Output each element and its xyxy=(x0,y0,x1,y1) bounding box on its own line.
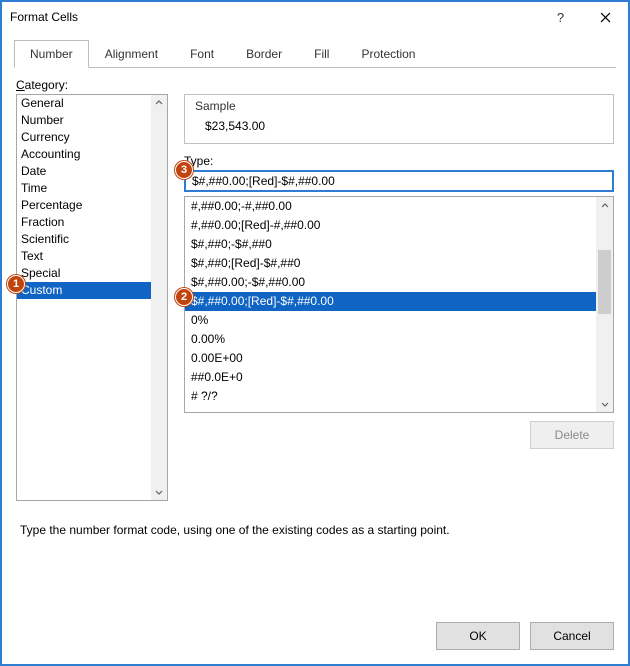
tab-border[interactable]: Border xyxy=(230,40,298,68)
list-item[interactable]: 0.00E+00 xyxy=(185,349,596,368)
list-item[interactable]: Fraction xyxy=(17,214,151,231)
close-icon xyxy=(600,12,611,23)
scrollbar[interactable] xyxy=(596,197,613,412)
tab-fill[interactable]: Fill xyxy=(298,40,345,68)
list-item[interactable]: Date xyxy=(17,163,151,180)
tab-protection[interactable]: Protection xyxy=(345,40,431,68)
window-title: Format Cells xyxy=(10,10,78,24)
cancel-button[interactable]: Cancel xyxy=(530,622,614,650)
tab-alignment[interactable]: Alignment xyxy=(89,40,174,68)
dialog-body: Category: General Number Currency Accoun… xyxy=(2,68,628,608)
list-item[interactable]: General xyxy=(17,95,151,112)
list-item[interactable]: Percentage xyxy=(17,197,151,214)
type-label: Type: xyxy=(184,154,614,168)
ok-button[interactable]: OK xyxy=(436,622,520,650)
scroll-track[interactable] xyxy=(596,214,613,395)
list-item[interactable]: $#,##0.00;-$#,##0.00 xyxy=(185,273,596,292)
list-item-selected[interactable]: $#,##0.00;[Red]-$#,##0.00 xyxy=(185,292,596,311)
type-input-value: $#,##0.00;[Red]-$#,##0.00 xyxy=(192,174,335,188)
chevron-up-icon[interactable] xyxy=(151,95,167,111)
list-item[interactable]: $#,##0;[Red]-$#,##0 xyxy=(185,254,596,273)
list-item[interactable]: Special xyxy=(17,265,151,282)
close-button[interactable] xyxy=(583,2,628,32)
list-item[interactable]: #,##0.00;[Red]-#,##0.00 xyxy=(185,216,596,235)
help-button[interactable]: ? xyxy=(538,2,583,32)
chevron-down-icon[interactable] xyxy=(151,484,167,500)
list-item-custom[interactable]: Custom xyxy=(17,282,151,299)
list-item[interactable]: Text xyxy=(17,248,151,265)
list-item[interactable]: #,##0.00;-#,##0.00 xyxy=(185,197,596,216)
description-text: Type the number format code, using one o… xyxy=(20,523,610,537)
list-item[interactable]: # ?/? xyxy=(185,387,596,406)
type-listbox[interactable]: #,##0.00;-#,##0.00 #,##0.00;[Red]-#,##0.… xyxy=(184,196,614,413)
tab-strip: Number Alignment Font Border Fill Protec… xyxy=(2,32,628,68)
titlebar: Format Cells ? xyxy=(2,2,628,32)
format-cells-dialog: Format Cells ? Number Alignment Font Bor… xyxy=(0,0,630,666)
scrollbar[interactable] xyxy=(151,95,167,500)
list-item[interactable]: Time xyxy=(17,180,151,197)
category-listbox[interactable]: General Number Currency Accounting Date … xyxy=(16,94,168,501)
sample-value: $23,543.00 xyxy=(195,119,603,133)
list-item[interactable]: 0.00% xyxy=(185,330,596,349)
list-item[interactable]: Accounting xyxy=(17,146,151,163)
annotation-badge-2: 2 xyxy=(175,288,193,306)
sample-label: Sample xyxy=(195,99,603,113)
annotation-badge-3: 3 xyxy=(175,161,193,179)
chevron-down-icon[interactable] xyxy=(596,395,613,412)
chevron-up-icon[interactable] xyxy=(596,197,613,214)
list-item[interactable]: ##0.0E+0 xyxy=(185,368,596,387)
scroll-thumb[interactable] xyxy=(598,250,611,314)
tab-font[interactable]: Font xyxy=(174,40,230,68)
sample-box: Sample $23,543.00 xyxy=(184,94,614,144)
delete-button[interactable]: Delete xyxy=(530,421,614,449)
list-item[interactable]: Number xyxy=(17,112,151,129)
dialog-footer: OK Cancel xyxy=(2,608,628,664)
list-item[interactable]: 0% xyxy=(185,311,596,330)
category-label: Category: xyxy=(16,78,168,92)
list-item[interactable]: $#,##0;-$#,##0 xyxy=(185,235,596,254)
list-item[interactable]: Currency xyxy=(17,129,151,146)
type-input[interactable]: $#,##0.00;[Red]-$#,##0.00 xyxy=(184,170,614,192)
annotation-badge-1: 1 xyxy=(7,275,25,293)
list-item[interactable]: Scientific xyxy=(17,231,151,248)
tab-number[interactable]: Number xyxy=(14,40,89,68)
